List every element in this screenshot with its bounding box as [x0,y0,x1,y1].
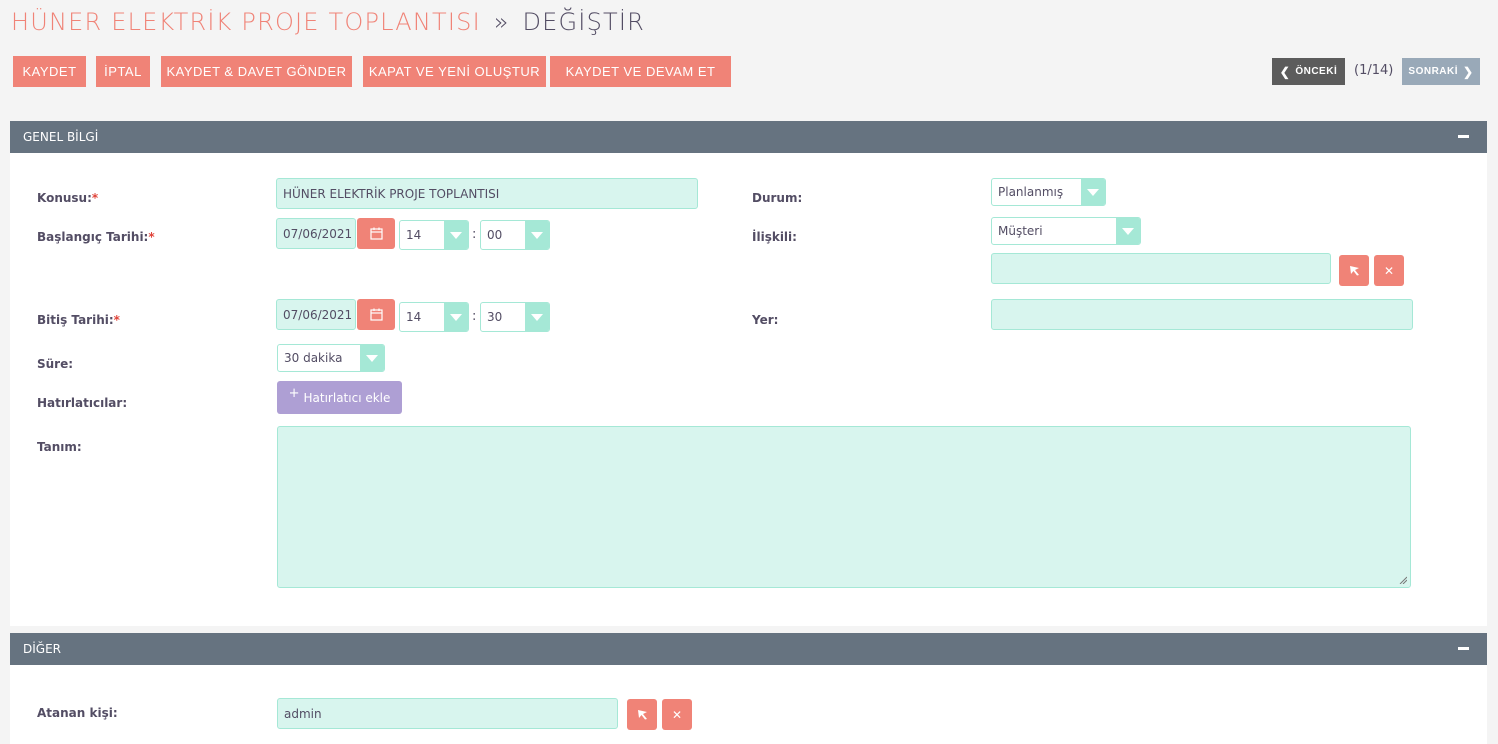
chevron-right-icon: ❯ [1463,64,1474,79]
time-separator: : [472,309,477,324]
related-type-value: Müşteri [998,224,1043,238]
start-hour-value: 14 [406,228,422,242]
end-hour-select[interactable]: 14 [399,302,469,332]
status-value: Planlanmış [998,185,1064,199]
duration-select[interactable]: 30 dakika [277,344,385,372]
location-field[interactable] [991,299,1413,330]
end-hour-value: 14 [406,310,422,324]
status-label: Durum: [752,191,803,205]
select-related-button[interactable] [1339,255,1369,286]
panel-title-other: DİĞER [23,642,61,656]
assigned-user-field[interactable]: admin [277,698,618,729]
subject-label: Konusu:* [37,191,99,205]
reminders-label: Hatırlatıcılar: [37,396,128,410]
duration-value: 30 dakika [284,351,343,365]
location-label: Yer: [752,313,779,327]
chevron-down-icon [444,221,468,249]
chevron-left-icon: ❮ [1279,64,1291,79]
calendar-icon [369,227,383,240]
start-minute-value: 00 [487,228,503,242]
start-calendar-button[interactable] [357,218,395,249]
add-reminder-label: Hatırlatıcı ekle [303,390,391,405]
status-select[interactable]: Planlanmış [991,178,1106,206]
save-and-invite-button[interactable]: KAYDET & DAVET GÖNDER [161,56,352,87]
end-date-label: Bitiş Tarihi:* [37,313,120,327]
duration-label: Süre: [37,357,74,371]
record-counter: (1/14) [1354,63,1394,78]
start-hour-select[interactable]: 14 [399,220,469,250]
next-button[interactable]: SONRAKİ ❯ [1402,58,1480,85]
collapse-icon[interactable] [1458,135,1469,138]
add-reminder-button[interactable]: + Hatırlatıcı ekle [277,381,402,414]
previous-button[interactable]: ❮ ÖNCEKİ [1272,58,1345,85]
cancel-button[interactable]: İPTAL [96,56,150,87]
save-and-continue-button[interactable]: KAYDET VE DEVAM ET [550,56,731,87]
chevron-down-icon [444,303,468,331]
arrow-select-icon [637,710,647,720]
start-minute-select[interactable]: 00 [480,220,550,250]
description-textarea[interactable] [277,426,1411,588]
start-date-label: Başlangıç Tarihi:* [37,230,155,244]
subject-field[interactable]: HÜNER ELEKTRİK PROJE TOPLANTISI [276,178,698,209]
assigned-label: Atanan kişi: [37,706,118,720]
collapse-icon[interactable] [1458,647,1469,650]
end-date-field[interactable]: 07/06/2021 [276,299,356,330]
related-label: İlişkili: [752,230,797,244]
end-minute-select[interactable]: 30 [480,302,550,332]
related-type-select[interactable]: Müşteri [991,217,1141,245]
title-action: DEĞİŞTİR [522,8,646,36]
panel-header-general[interactable]: GENEL BİLGİ [10,121,1487,153]
end-calendar-button[interactable] [357,299,395,330]
calendar-icon [369,308,383,321]
clear-user-button[interactable]: ✕ [662,699,692,730]
save-button[interactable]: KAYDET [13,56,86,87]
plus-icon: + [288,386,300,401]
record-title: HÜNER ELEKTRİK PROJE TOPLANTISI [11,8,481,36]
start-date-field[interactable]: 07/06/2021 [276,218,356,249]
select-user-button[interactable] [627,699,657,730]
end-minute-value: 30 [487,310,503,324]
description-label: Tanım: [37,440,82,454]
panel-header-other[interactable]: DİĞER [10,633,1487,665]
clear-related-button[interactable]: ✕ [1374,255,1404,286]
close-icon: ✕ [671,707,683,722]
related-name-field[interactable] [991,253,1331,284]
previous-label: ÖNCEKİ [1295,66,1338,77]
close-icon: ✕ [1383,263,1395,278]
panel-title-general: GENEL BİLGİ [23,130,99,144]
page-title: HÜNER ELEKTRİK PROJE TOPLANTISI » DEĞİŞT… [11,8,645,36]
time-separator: : [472,227,477,242]
close-and-new-button[interactable]: KAPAT VE YENİ OLUŞTUR [363,56,546,87]
arrow-select-icon [1349,266,1359,276]
title-separator: » [493,8,510,36]
panel-body-other [10,665,1487,744]
chevron-down-icon [525,303,549,331]
chevron-down-icon [360,345,384,371]
chevron-down-icon [1116,218,1140,244]
chevron-down-icon [1081,179,1105,205]
next-label: SONRAKİ [1408,66,1459,77]
resize-handle-icon[interactable] [1399,576,1407,584]
chevron-down-icon [525,221,549,249]
